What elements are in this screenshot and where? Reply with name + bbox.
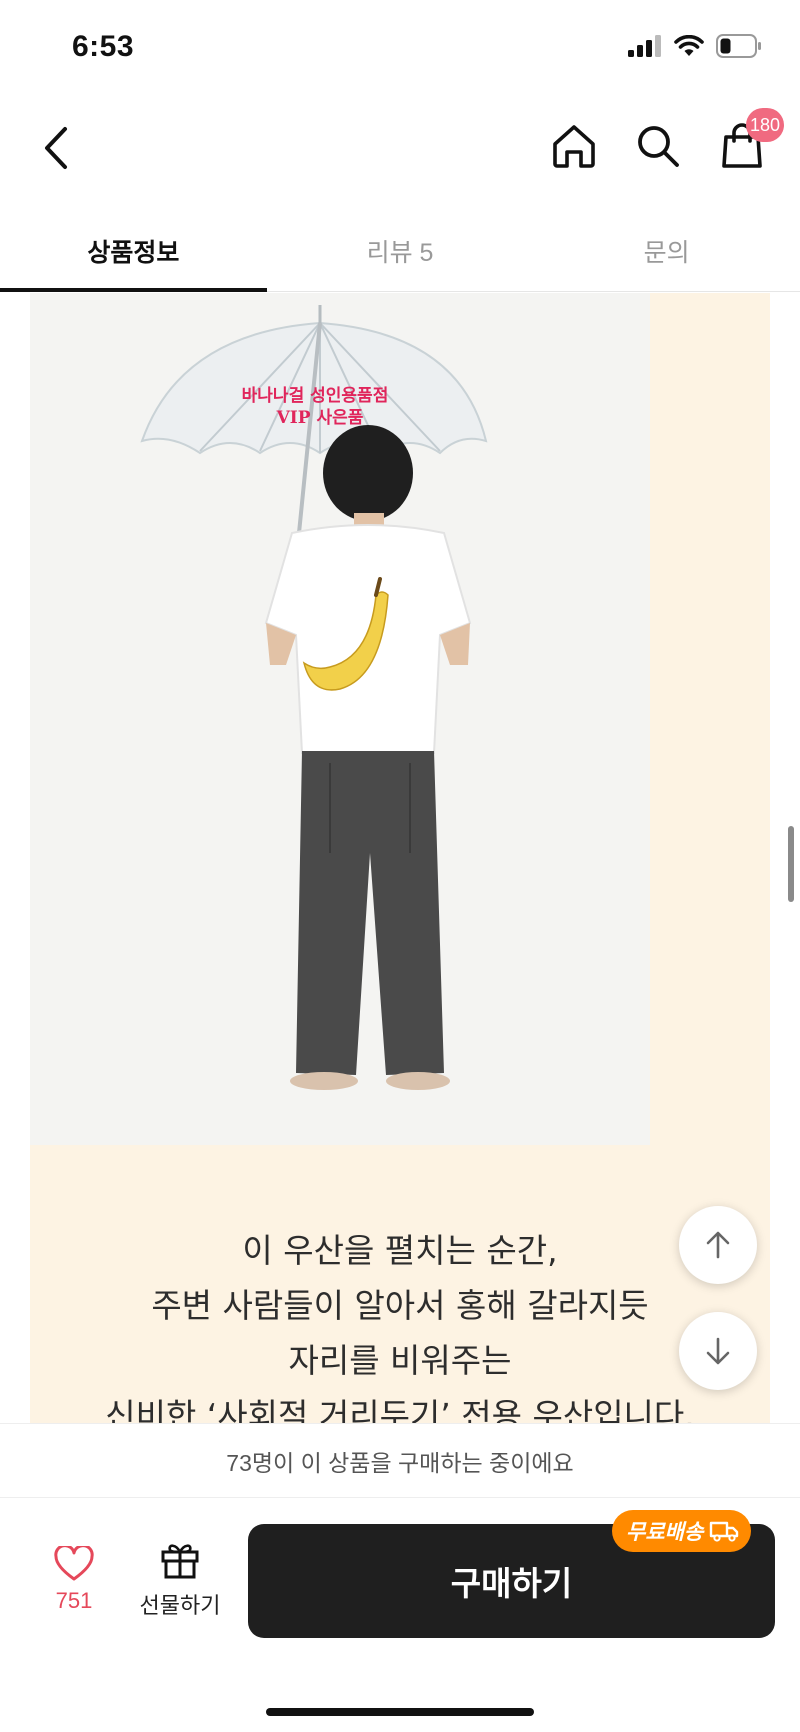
- battery-icon: [716, 34, 761, 58]
- umbrella-print-line-2: VIP 사은품: [276, 408, 364, 428]
- gift-button[interactable]: 선물하기: [132, 1540, 228, 1620]
- nav-actions: 180: [546, 108, 784, 174]
- tab-product-info[interactable]: 상품정보: [0, 210, 267, 292]
- status-bar: 6:53: [0, 0, 800, 100]
- product-photo: 바나나걸 성인용품점 VIP 사은품: [30, 293, 650, 1145]
- gift-label: 선물하기: [139, 1593, 221, 1618]
- status-icons: [628, 34, 762, 58]
- description-line: 주변 사람들이 알아서 홍해 갈라지듯: [151, 1286, 649, 1325]
- description-line: 신비한 ‘사회적 거리두기’ 전용 우산입니다.: [105, 1396, 695, 1423]
- tab-reviews[interactable]: 리뷰 5: [267, 210, 534, 291]
- home-button[interactable]: [546, 118, 602, 174]
- description-line: 자리를 비워주는: [288, 1341, 512, 1380]
- product-tabs: 상품정보 리뷰 5 문의: [0, 210, 800, 292]
- signal-icon: [628, 35, 661, 57]
- product-description: 이 우산을 펼치는 순간, 주변 사람들이 알아서 홍해 갈라지듯 자리를 비워…: [30, 1223, 770, 1423]
- heart-icon: [54, 1546, 94, 1581]
- nav-header: 180: [0, 100, 800, 210]
- status-time: 6:53: [72, 30, 135, 63]
- purchase-activity-notice: 73명이 이 상품을 구매하는 중이에요: [0, 1423, 800, 1498]
- scroll-up-button[interactable]: [679, 1206, 757, 1284]
- gift-icon: [161, 1544, 199, 1579]
- model-with-umbrella-illustration: 바나나걸 성인용품점 VIP 사은품: [30, 293, 650, 1145]
- search-button[interactable]: [630, 118, 686, 174]
- home-icon: [553, 125, 595, 168]
- like-count: 751: [55, 1588, 93, 1613]
- back-button[interactable]: [28, 118, 84, 178]
- arrow-down-icon: [706, 1337, 730, 1365]
- search-icon: [638, 126, 679, 167]
- cart-button[interactable]: 180: [714, 108, 784, 174]
- scroll-down-button[interactable]: [679, 1312, 757, 1390]
- scrollbar-thumb[interactable]: [788, 826, 794, 902]
- like-button[interactable]: 751: [38, 1546, 110, 1614]
- cart-count-badge: 180: [745, 108, 784, 142]
- free-shipping-badge: 무료배송: [612, 1510, 752, 1552]
- free-shipping-label: 무료배송: [626, 1521, 704, 1544]
- back-arrow-icon: [45, 127, 67, 169]
- arrow-up-icon: [706, 1231, 730, 1259]
- umbrella-print-line-1: 바나나걸 성인용품점: [242, 386, 389, 406]
- description-line: 이 우산을 펼치는 순간,: [242, 1231, 558, 1270]
- tab-inquiry[interactable]: 문의: [533, 210, 800, 291]
- home-indicator: [266, 1708, 534, 1716]
- bottom-action-bar: 751 선물하기 구매하기 무료배송: [0, 1498, 800, 1732]
- wifi-icon: [674, 35, 704, 56]
- delivery-truck-icon: [710, 1521, 739, 1542]
